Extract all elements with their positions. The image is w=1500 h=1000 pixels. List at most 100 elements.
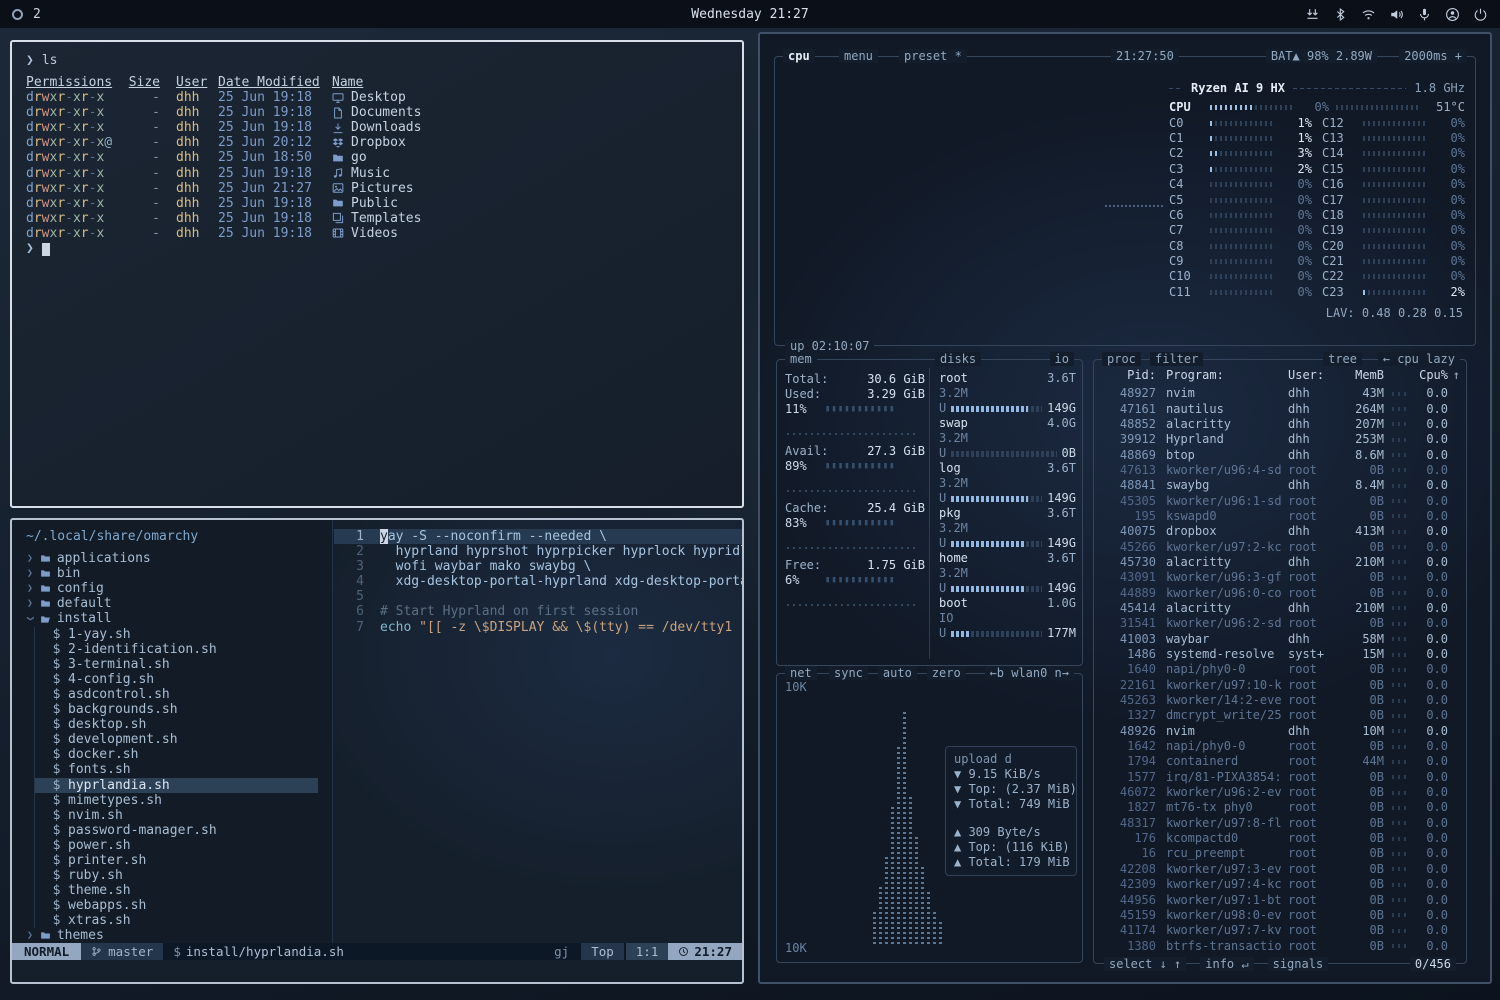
- process-row[interactable]: 1327dmcrypt_write/25root0B0.0: [1100, 708, 1460, 723]
- tree-item-applications[interactable]: ❯applications: [26, 551, 318, 566]
- workspace-icon[interactable]: [12, 9, 23, 20]
- process-row[interactable]: 45159kworker/u98:0-evroot0B0.0: [1100, 908, 1460, 923]
- proc-box-title[interactable]: proc: [1102, 352, 1141, 366]
- select-hint[interactable]: select ↓ ↑: [1104, 957, 1186, 971]
- user-column-header[interactable]: User:: [1288, 368, 1340, 383]
- process-row[interactable]: 48841swaybgdhh8.4M0.0: [1100, 478, 1460, 493]
- workspace-indicator[interactable]: 2: [33, 7, 41, 22]
- process-row[interactable]: 43091kworker/u96:3-gfroot0B0.0: [1100, 570, 1460, 585]
- process-row[interactable]: 41003waybardhh58M0.0: [1100, 632, 1460, 647]
- tree-item-desktop-sh[interactable]: $desktop.sh: [34, 717, 318, 732]
- process-row[interactable]: 42309kworker/u97:4-kcroot0B0.0: [1100, 877, 1460, 892]
- disks-box-title[interactable]: disks: [935, 352, 981, 366]
- buffer-line[interactable]: 3 wofi waybar mako swaybg \: [334, 559, 742, 574]
- process-row[interactable]: 48927nvimdhh43M0.0: [1100, 386, 1460, 401]
- process-row[interactable]: 195kswapd0root0B0.0: [1100, 509, 1460, 524]
- volume-icon[interactable]: [1389, 7, 1404, 22]
- process-row[interactable]: 47161nautilusdhh264M0.0: [1100, 401, 1460, 416]
- process-row[interactable]: 47613kworker/u96:4-sdroot0B0.0: [1100, 463, 1460, 478]
- process-row[interactable]: 45263kworker/14:2-everoot0B0.0: [1100, 693, 1460, 708]
- buffer-line[interactable]: 5: [334, 589, 742, 604]
- tree-item-bin[interactable]: ❯bin: [26, 566, 318, 581]
- tree-item-mimetypes-sh[interactable]: $mimetypes.sh: [34, 793, 318, 808]
- current-prompt-line[interactable]: ❯: [26, 241, 728, 257]
- process-row[interactable]: 1380btrfs-transactioroot0B0.0: [1100, 938, 1460, 951]
- tree-item-install[interactable]: ❯install: [26, 611, 318, 626]
- tree-view-button[interactable]: tree: [1323, 352, 1362, 366]
- signals-hint[interactable]: signals: [1268, 957, 1329, 971]
- buffer-line[interactable]: 1yay -S --noconfirm --needed \: [334, 529, 742, 544]
- process-row[interactable]: 41174kworker/u97:7-kvroot0B0.0: [1100, 923, 1460, 938]
- menu-button[interactable]: menu: [839, 49, 878, 63]
- buffer-line[interactable]: 7echo "[[ -z \$DISPLAY && \$(tty) == /de…: [334, 620, 742, 635]
- tree-item-backgrounds-sh[interactable]: $backgrounds.sh: [34, 702, 318, 717]
- process-row[interactable]: 176kcompactd0root0B0.0: [1100, 831, 1460, 846]
- editor-buffer[interactable]: 1yay -S --noconfirm --needed \2 hyprland…: [334, 520, 742, 943]
- tree-item-xtras-sh[interactable]: $xtras.sh: [34, 913, 318, 928]
- editor-window[interactable]: ~/.local/share/omarchy ❯applications❯bin…: [10, 518, 744, 984]
- tree-item-2-identification-sh[interactable]: $2-identification.sh: [34, 642, 318, 657]
- io-tab[interactable]: io: [1050, 352, 1074, 366]
- process-row[interactable]: 1577irq/81-PIXA3854:root0B0.0: [1100, 770, 1460, 785]
- mem-box-title[interactable]: mem: [785, 352, 817, 366]
- mem-column-header[interactable]: MemB: [1340, 368, 1384, 383]
- process-row[interactable]: 48926nvimdhh10M0.0: [1100, 724, 1460, 739]
- process-row[interactable]: 48869btopdhh8.6M0.0: [1100, 447, 1460, 462]
- process-row[interactable]: 39912Hyprlanddhh253M0.0: [1100, 432, 1460, 447]
- power-icon[interactable]: [1473, 7, 1488, 22]
- tree-item-fonts-sh[interactable]: $fonts.sh: [34, 762, 318, 777]
- tree-item-power-sh[interactable]: $power.sh: [34, 838, 318, 853]
- tree-item-themes[interactable]: ❯themes: [26, 928, 318, 943]
- process-row[interactable]: 44889kworker/u96:0-coroot0B0.0: [1100, 585, 1460, 600]
- process-row[interactable]: 1486systemd-resolvesyst+15M0.0: [1100, 647, 1460, 662]
- tree-item-docker-sh[interactable]: $docker.sh: [34, 747, 318, 762]
- process-row[interactable]: 1642napi/phy0-0root0B0.0: [1100, 739, 1460, 754]
- update-interval[interactable]: 2000ms +: [1399, 49, 1467, 63]
- buffer-line[interactable]: 4 xdg-desktop-portal-hyprland xdg-deskto…: [334, 574, 742, 589]
- process-row[interactable]: 45414alacrittydhh210M0.0: [1100, 601, 1460, 616]
- file-tree-panel[interactable]: ~/.local/share/omarchy ❯applications❯bin…: [12, 520, 333, 943]
- tree-item-hyprlandia-sh[interactable]: $hyprlandia.sh: [34, 778, 318, 793]
- sort-mode-selector[interactable]: ← cpu lazy: [1378, 352, 1460, 366]
- process-row[interactable]: 31541kworker/u96:2-sdroot0B0.0: [1100, 616, 1460, 631]
- process-row[interactable]: 48317kworker/u97:8-flroot0B0.0: [1100, 816, 1460, 831]
- terminal-window[interactable]: ❯ ls PermissionsSizeUserDate ModifiedNam…: [10, 40, 744, 508]
- pid-column-header[interactable]: Pid:: [1100, 368, 1156, 383]
- wifi-icon[interactable]: [1361, 7, 1376, 22]
- user-icon[interactable]: [1445, 7, 1460, 22]
- program-column-header[interactable]: Program:: [1156, 368, 1288, 383]
- preset-button[interactable]: preset *: [899, 49, 967, 63]
- process-row[interactable]: 42208kworker/u97:3-evroot0B0.0: [1100, 862, 1460, 877]
- process-row[interactable]: 1794containerdroot44M0.0: [1100, 754, 1460, 769]
- process-row[interactable]: 46072kworker/u96:2-evroot0B0.0: [1100, 785, 1460, 800]
- tree-item-theme-sh[interactable]: $theme.sh: [34, 883, 318, 898]
- tree-item-1-yay-sh[interactable]: $1-yay.sh: [34, 627, 318, 642]
- tree-root-path[interactable]: ~/.local/share/omarchy: [26, 529, 332, 544]
- mic-icon[interactable]: [1417, 7, 1432, 22]
- tree-item-development-sh[interactable]: $development.sh: [34, 732, 318, 747]
- process-row[interactable]: 1827mt76-tx phy0root0B0.0: [1100, 800, 1460, 815]
- process-row[interactable]: 16rcu_preemptroot0B0.0: [1100, 846, 1460, 861]
- tree-item-4-config-sh[interactable]: $4-config.sh: [34, 672, 318, 687]
- tree-item-asdcontrol-sh[interactable]: $asdcontrol.sh: [34, 687, 318, 702]
- process-row[interactable]: 22161kworker/u97:10-kroot0B0.0: [1100, 678, 1460, 693]
- tree-item-nvim-sh[interactable]: $nvim.sh: [34, 808, 318, 823]
- process-row[interactable]: 45305kworker/u96:1-sdroot0B0.0: [1100, 493, 1460, 508]
- process-row[interactable]: 45266kworker/u97:2-kcroot0B0.0: [1100, 539, 1460, 554]
- cpu-box-title[interactable]: cpu: [783, 49, 815, 63]
- tree-item-default[interactable]: ❯default: [26, 596, 318, 611]
- filter-button[interactable]: filter: [1150, 352, 1203, 366]
- tree-item-ruby-sh[interactable]: $ruby.sh: [34, 868, 318, 883]
- process-row[interactable]: 44956kworker/u97:1-btroot0B0.0: [1100, 892, 1460, 907]
- updates-icon[interactable]: [1305, 7, 1320, 22]
- tree-item-webapps-sh[interactable]: $webapps.sh: [34, 898, 318, 913]
- info-hint[interactable]: info ↵: [1200, 957, 1253, 971]
- cpu-column-header[interactable]: Cpu%: [1414, 368, 1448, 383]
- buffer-line[interactable]: 2 hyprland hyprshot hyprpicker hyprlock …: [334, 544, 742, 559]
- tree-item-password-manager-sh[interactable]: $password-manager.sh: [34, 823, 318, 838]
- process-row[interactable]: 45730alacrittydhh210M0.0: [1100, 555, 1460, 570]
- system-monitor-window[interactable]: cpu menu preset * 21:27:50 BAT▲ 98% 2.89…: [758, 32, 1492, 984]
- tree-item-3-terminal-sh[interactable]: $3-terminal.sh: [34, 657, 318, 672]
- bluetooth-icon[interactable]: [1333, 7, 1348, 22]
- tree-item-config[interactable]: ❯config: [26, 581, 318, 596]
